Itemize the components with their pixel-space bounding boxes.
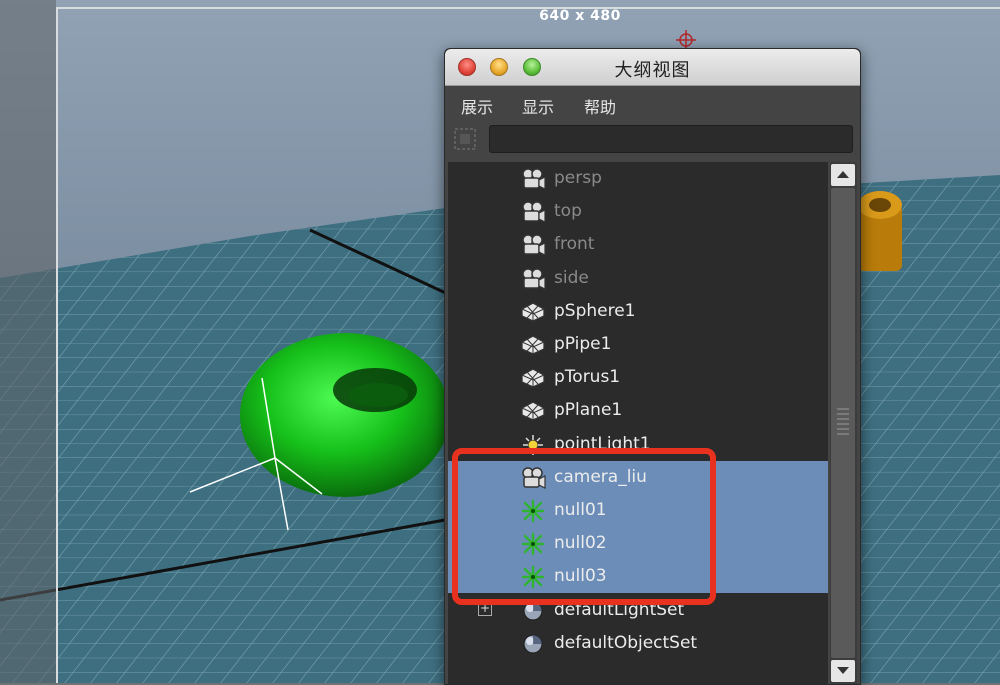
resolution-gate-label: 640 x 480	[539, 8, 621, 24]
outliner-row-label: front	[554, 234, 595, 255]
outliner-row-label: pSphere1	[554, 300, 636, 321]
mesh-icon	[520, 300, 546, 324]
menu-bar: 展示 显示 帮助	[445, 86, 860, 120]
outliner-row[interactable]: pPlane1	[448, 394, 828, 427]
outliner-row-label: pTorus1	[554, 367, 621, 388]
outliner-row[interactable]: top	[448, 195, 828, 228]
point-light-marker[interactable]	[676, 30, 696, 50]
menu-help[interactable]: 帮助	[584, 94, 616, 118]
outliner-row[interactable]: pSphere1	[448, 295, 828, 328]
outliner-row[interactable]: side	[448, 262, 828, 295]
orange-pipe-object[interactable]	[858, 191, 902, 271]
set-icon	[520, 632, 546, 656]
vertical-scrollbar[interactable]	[830, 162, 857, 684]
outliner-list[interactable]: persp top front side pSphere1 pPipe1 pTorus1 pP…	[448, 162, 828, 684]
outliner-row-label: pPlane1	[554, 400, 623, 421]
camera-icon	[520, 167, 546, 191]
outliner-row[interactable]: defaultObjectSet	[448, 627, 828, 660]
menu-show[interactable]: 显示	[522, 94, 554, 118]
filter-icon[interactable]	[453, 127, 477, 151]
camera-icon	[520, 267, 546, 291]
outliner-row-label: defaultObjectSet	[554, 632, 698, 653]
outliner-row-label: top	[554, 201, 582, 222]
outliner-row-label: persp	[554, 168, 602, 188]
search-input[interactable]	[489, 125, 853, 153]
mesh-icon	[520, 366, 546, 390]
outliner-row[interactable]: front	[448, 228, 828, 261]
outliner-row-label: pPipe1	[554, 334, 612, 354]
outliner-row[interactable]: persp	[448, 162, 828, 195]
resolution-gate-left	[56, 8, 58, 683]
scroll-thumb[interactable]	[831, 188, 855, 658]
mesh-icon	[520, 333, 546, 357]
green-torus-object[interactable]	[240, 333, 450, 497]
window-title: 大纲视图	[614, 60, 691, 81]
filter-row	[445, 120, 860, 160]
scroll-down-button[interactable]	[831, 660, 855, 682]
outliner-row-label: side	[554, 267, 589, 288]
window-titlebar[interactable]: 大纲视图	[445, 49, 860, 86]
camera-icon	[520, 233, 546, 257]
outliner-row[interactable]: pPipe1	[448, 328, 828, 361]
outliner-row[interactable]: pTorus1	[448, 361, 828, 394]
scroll-grip-icon	[837, 408, 849, 438]
menu-display[interactable]: 展示	[461, 94, 493, 118]
viewport-margin	[0, 0, 56, 683]
annotation-highlight-box	[452, 448, 716, 605]
camera-icon	[520, 200, 546, 224]
mesh-icon	[520, 399, 546, 423]
scroll-up-button[interactable]	[831, 164, 855, 186]
